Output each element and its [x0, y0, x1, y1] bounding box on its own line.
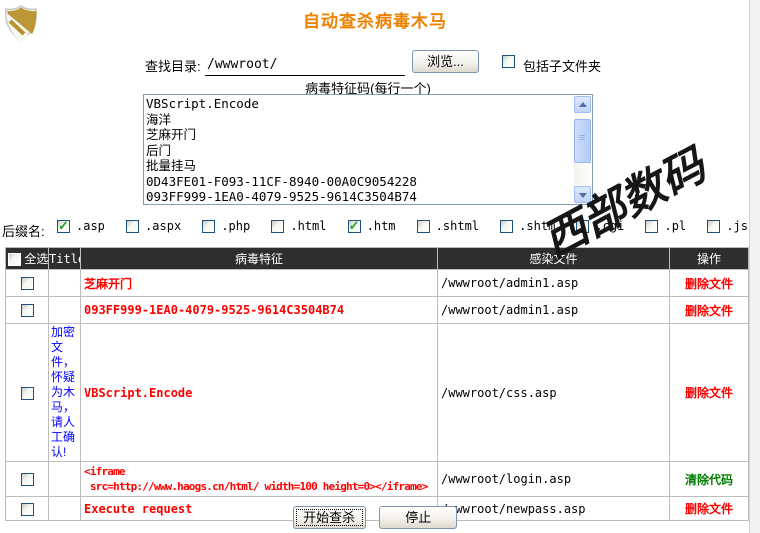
- start-scan-button[interactable]: 开始查杀: [293, 506, 366, 529]
- suffix-shtm-checkbox[interactable]: [500, 220, 513, 233]
- window-edge-strip: [749, 0, 760, 533]
- infected-file-header: 感染文件: [438, 248, 670, 270]
- suffix-html-checkbox[interactable]: [271, 220, 284, 233]
- suffix-cgi-label: .cgi: [595, 219, 624, 233]
- signature-textarea-value[interactable]: VBScript.Encode 海洋 芝麻开门 后门 批量挂马 0D43FE01…: [146, 96, 573, 203]
- suffix-html-label: .html: [290, 219, 326, 233]
- row-checkbox[interactable]: [21, 304, 34, 317]
- suffix-shtml-checkbox[interactable]: [417, 220, 430, 233]
- suffix-shtm-label: .shtm: [519, 219, 555, 233]
- row-title: [49, 297, 81, 324]
- suffix-htm-label: .htm: [367, 219, 396, 233]
- title-header: Title: [49, 248, 81, 270]
- suffix-option-cgi: .cgi: [576, 219, 624, 233]
- clean-code-link[interactable]: 清除代码: [685, 473, 733, 487]
- page-title: 自动查杀病毒木马: [0, 7, 750, 32]
- suffix-cgi-checkbox[interactable]: [576, 220, 589, 233]
- suffix-option-htm: .htm: [348, 219, 396, 233]
- scrollbar-thumb[interactable]: [574, 119, 591, 163]
- scroll-up-icon[interactable]: [574, 96, 591, 113]
- suffix-label: 后缀名:: [2, 221, 45, 240]
- row-signature: <iframe src=http://www.haogs.cn/html/ wi…: [81, 462, 438, 497]
- bottom-button-row: 开始查杀 停止: [0, 506, 750, 529]
- row-checkbox[interactable]: [21, 473, 34, 486]
- suffix-aspx-label: .aspx: [145, 219, 181, 233]
- row-title: [49, 270, 81, 297]
- table-row: 加密文件，怀疑为木马，请人工确认! VBScript.Encode /wwwro…: [6, 324, 749, 462]
- suffix-js-checkbox[interactable]: [707, 220, 720, 233]
- suffix-option-asp: .asp: [57, 219, 105, 233]
- signature-header: 病毒特征: [81, 248, 438, 270]
- table-row: <iframe src=http://www.haogs.cn/html/ wi…: [6, 462, 749, 497]
- suffix-asp-checkbox[interactable]: [57, 220, 70, 233]
- row-signature: VBScript.Encode: [81, 324, 438, 462]
- select-all-checkbox[interactable]: [8, 253, 21, 266]
- include-subfolders-checkbox[interactable]: [502, 55, 515, 68]
- suffix-row: 后缀名: .asp .aspx .php .html .htm .shtml .…: [2, 219, 748, 239]
- suffix-options: .asp .aspx .php .html .htm .shtml .shtm: [57, 219, 748, 233]
- suffix-option-js: .js: [707, 219, 748, 233]
- table-header-row: 全选 Title 病毒特征 感染文件 操作: [6, 248, 749, 270]
- signature-textarea[interactable]: VBScript.Encode 海洋 芝麻开门 后门 批量挂马 0D43FE01…: [143, 94, 593, 205]
- row-infected-file: /wwwroot/admin1.asp: [438, 270, 670, 297]
- row-checkbox[interactable]: [21, 277, 34, 290]
- table-row: 芝麻开门 /wwwroot/admin1.asp 删除文件: [6, 270, 749, 297]
- signature-scrollbar[interactable]: [574, 96, 591, 203]
- row-title: [49, 462, 81, 497]
- suffix-pl-label: .pl: [664, 219, 686, 233]
- delete-file-link[interactable]: 删除文件: [685, 277, 733, 291]
- suffix-option-pl: .pl: [645, 219, 686, 233]
- select-all-label: 全选: [24, 252, 48, 266]
- row-checkbox[interactable]: [21, 387, 34, 400]
- row-signature: 芝麻开门: [81, 270, 438, 297]
- suffix-asp-label: .asp: [76, 219, 105, 233]
- browse-button[interactable]: 浏览...: [412, 50, 479, 73]
- scan-results-table: 全选 Title 病毒特征 感染文件 操作 芝麻开门 /wwwroot/admi…: [5, 247, 749, 521]
- suffix-php-label: .php: [221, 219, 250, 233]
- row-signature: 093FF999-1EA0-4079-9525-9614C3504B74: [81, 297, 438, 324]
- delete-file-link[interactable]: 删除文件: [685, 386, 733, 400]
- row-title-note: 加密文件，怀疑为木马，请人工确认!: [49, 324, 81, 462]
- suffix-option-shtml: .shtml: [417, 219, 479, 233]
- suffix-pl-checkbox[interactable]: [645, 220, 658, 233]
- stop-button[interactable]: 停止: [379, 506, 457, 529]
- search-directory-input[interactable]: [205, 52, 405, 76]
- search-directory-label: 查找目录:: [145, 56, 201, 75]
- delete-file-link[interactable]: 删除文件: [685, 304, 733, 318]
- table-row: 093FF999-1EA0-4079-9525-9614C3504B74 /ww…: [6, 297, 749, 324]
- suffix-htm-checkbox[interactable]: [348, 220, 361, 233]
- suffix-option-shtm: .shtm: [500, 219, 555, 233]
- suffix-aspx-checkbox[interactable]: [126, 220, 139, 233]
- suffix-option-html: .html: [271, 219, 326, 233]
- row-infected-file: /wwwroot/login.asp: [438, 462, 670, 497]
- action-header: 操作: [670, 248, 749, 270]
- suffix-option-aspx: .aspx: [126, 219, 181, 233]
- row-infected-file: /wwwroot/css.asp: [438, 324, 670, 462]
- suffix-shtml-label: .shtml: [436, 219, 479, 233]
- suffix-option-php: .php: [202, 219, 250, 233]
- scroll-down-icon[interactable]: [574, 186, 591, 203]
- suffix-php-checkbox[interactable]: [202, 220, 215, 233]
- select-all-header: 全选: [6, 248, 49, 270]
- row-infected-file: /wwwroot/admin1.asp: [438, 297, 670, 324]
- include-subfolders-label: 包括子文件夹: [523, 56, 601, 75]
- suffix-js-label: .js: [726, 219, 748, 233]
